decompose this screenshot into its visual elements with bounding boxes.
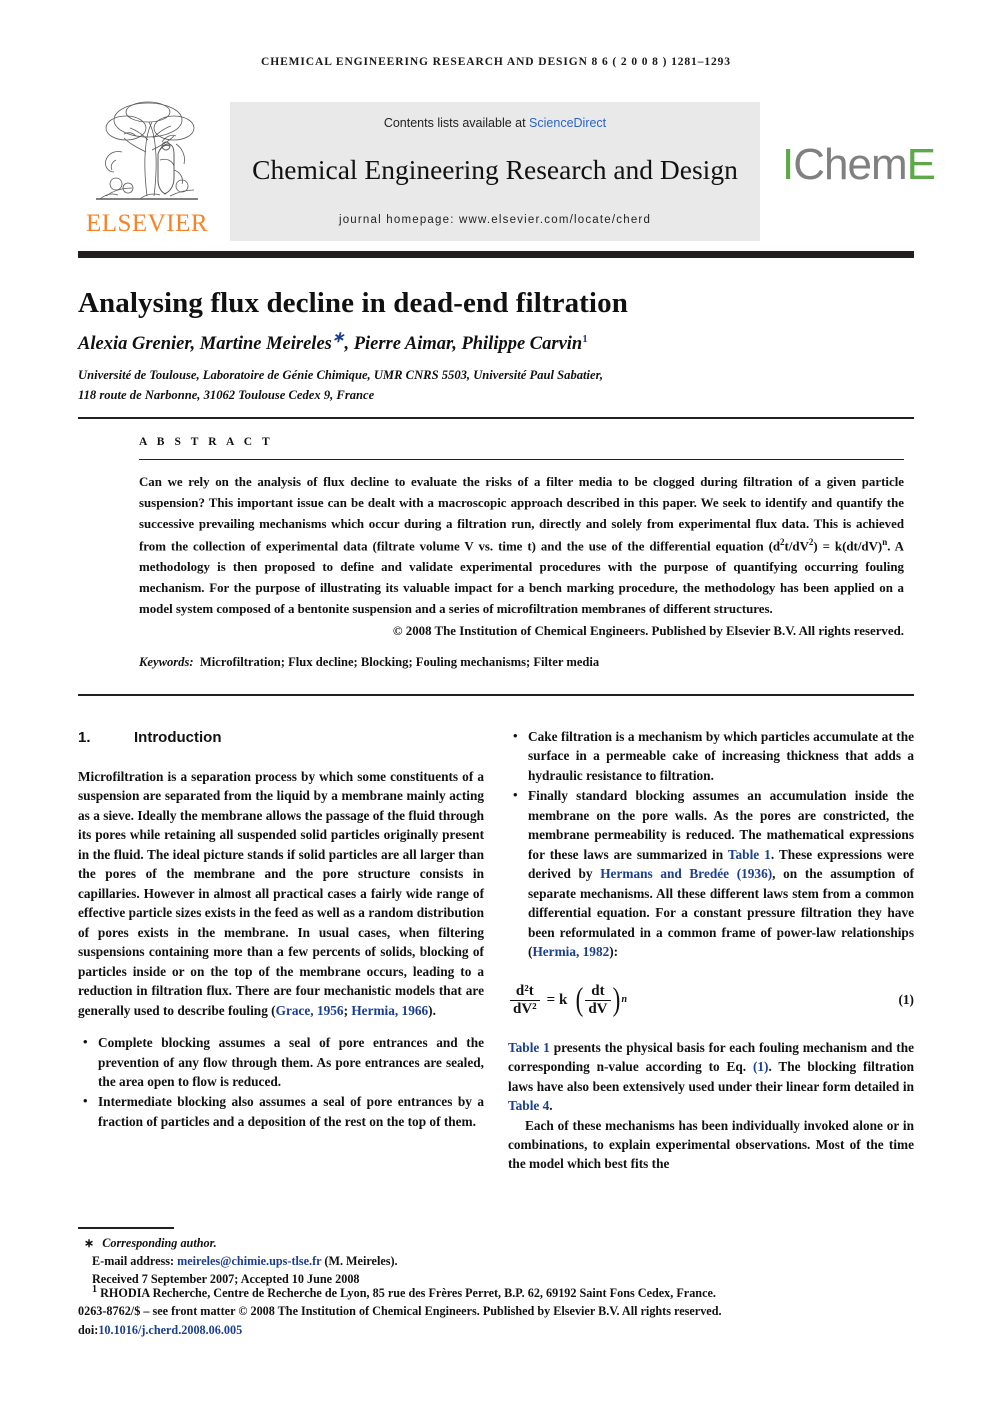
equation-1-row: d²t dV² = k ( dt dV ) n (1) bbox=[508, 978, 914, 1024]
section-title: Introduction bbox=[134, 729, 222, 746]
icheme-logo-e: E bbox=[906, 140, 936, 189]
contents-line: Contents lists available at ScienceDirec… bbox=[230, 116, 760, 130]
citation-table-4[interactable]: Table 4 bbox=[508, 1098, 549, 1113]
section-heading-introduction: 1. Introduction bbox=[78, 727, 484, 749]
abstract-copyright: © 2008 The Institution of Chemical Engin… bbox=[392, 623, 904, 638]
equation-paren-open: ( bbox=[575, 982, 584, 1019]
icheme-logo-i: I bbox=[782, 140, 794, 189]
journal-homepage[interactable]: journal homepage: www.elsevier.com/locat… bbox=[230, 214, 760, 226]
equation-number: (1) bbox=[898, 991, 914, 1007]
abstract-bottom-rule bbox=[78, 694, 914, 696]
equation-rhs-numerator: dt bbox=[591, 983, 605, 1000]
running-head: CHEMICAL ENGINEERING RESEARCH AND DESIGN… bbox=[261, 56, 731, 68]
citation-table-1b[interactable]: Table 1 bbox=[508, 1040, 550, 1055]
contents-prefix: Contents lists available at bbox=[383, 116, 530, 130]
bullet-complete-blocking: Complete blocking assumes a seal of pore… bbox=[98, 1035, 484, 1089]
footnotes: ∗ Corresponding author. E-mail address: m… bbox=[78, 1234, 518, 1288]
journal-banner: Contents lists available at ScienceDirec… bbox=[230, 102, 760, 241]
keywords-label: Keywords: bbox=[139, 654, 194, 669]
email-suffix: (M. Meireles). bbox=[321, 1254, 398, 1269]
equation-operator: = k bbox=[546, 991, 568, 1008]
icheme-logo: IChemE bbox=[782, 138, 936, 192]
abstract-label: A B S T R A C T bbox=[139, 436, 274, 448]
affiliation-line-1: Université de Toulouse, Laboratoire de G… bbox=[78, 368, 604, 382]
paragraph-intro-end: ). bbox=[428, 1002, 436, 1018]
equation-lhs-denominator: dV² bbox=[510, 1000, 540, 1017]
body-column-right: Cake filtration is a mechanism by which … bbox=[508, 726, 914, 1174]
abstract-top-rule bbox=[78, 417, 914, 419]
email-label: E-mail address: bbox=[92, 1254, 178, 1269]
list-item: Finally standard blocking assumes an acc… bbox=[508, 785, 914, 961]
footnote-1-text: RHODIA Recherche, Centre de Recherche de… bbox=[100, 1286, 716, 1301]
masthead-divider bbox=[78, 251, 914, 258]
mechanism-list-left: Complete blocking assumes a seal of pore… bbox=[78, 1032, 484, 1131]
abstract-text: Can we rely on the analysis of flux decl… bbox=[139, 472, 904, 620]
abstract-text-part-2: t/dV bbox=[784, 539, 809, 554]
citation-eq-1[interactable]: (1) bbox=[753, 1059, 769, 1074]
paragraph-mechanisms: Each of these mechanisms has been indivi… bbox=[508, 1117, 914, 1172]
list-item: Cake filtration is a mechanism by which … bbox=[508, 726, 914, 785]
author-list: Alexia Grenier, Martine Meireles∗, Pierr… bbox=[78, 328, 914, 355]
equation-lhs-numerator: d²t bbox=[515, 983, 534, 1000]
bullet-intermediate-blocking: Intermediate blocking also assumes a sea… bbox=[98, 1094, 484, 1129]
paragraph-table1-c: . bbox=[549, 1098, 553, 1114]
journal-masthead: ELSEVIER Contents lists available at Sci… bbox=[78, 98, 936, 246]
journal-title: Chemical Engineering Research and Design bbox=[252, 154, 738, 185]
elsevier-logo: ELSEVIER bbox=[78, 98, 216, 246]
footnote-affiliation-1: 1 RHODIA Recherche, Centre de Recherche … bbox=[78, 1282, 914, 1302]
keywords-value: Microfiltration; Flux decline; Blocking;… bbox=[199, 654, 600, 669]
equation-rhs-fraction: dt dV bbox=[585, 983, 611, 1017]
sciencedirect-link[interactable]: ScienceDirect bbox=[529, 116, 606, 130]
citation-grace-1956[interactable]: Grace, 1956 bbox=[276, 1003, 344, 1018]
paragraph-intro: Microfiltration is a separation process … bbox=[78, 767, 484, 1020]
abstract-inner-rule bbox=[139, 459, 904, 461]
bullet-cake-filtration: Cake filtration is a mechanism by which … bbox=[528, 729, 914, 783]
paragraph-intro-text: Microfiltration is a separation process … bbox=[78, 768, 484, 1018]
issn-copyright-line: 0263-8762/$ – see front matter © 2008 Th… bbox=[78, 1304, 722, 1319]
author-names-rest: , Pierre Aimar, Philippe Carvin bbox=[344, 334, 583, 355]
paragraph-table1: Table 1 presents the physical basis for … bbox=[508, 1038, 914, 1116]
abstract-text-part-3: ) = k(dt/dV) bbox=[813, 539, 883, 554]
equation-rhs-denominator: dV bbox=[585, 1000, 611, 1017]
citation-hermans-bredee-1936[interactable]: Hermans and Bredée (1936) bbox=[600, 866, 772, 881]
equation-paren-close: ) bbox=[612, 982, 620, 1019]
corresponding-author-marker: ∗ bbox=[331, 330, 345, 346]
mechanism-list-right: Cake filtration is a mechanism by which … bbox=[508, 726, 914, 962]
email-link[interactable]: meireles@chimie.ups-tlse.fr bbox=[177, 1254, 321, 1268]
elsevier-tree-icon bbox=[86, 100, 208, 208]
footer-wide: 1 RHODIA Recherche, Centre de Recherche … bbox=[78, 1282, 914, 1339]
footnote-1-marker: 1 bbox=[92, 1284, 98, 1295]
author-footnote-marker: 1 bbox=[582, 333, 588, 345]
equation-lhs-fraction: d²t dV² bbox=[510, 984, 540, 1017]
icheme-logo-chem: Chem bbox=[793, 140, 907, 189]
equation-exponent: n bbox=[621, 994, 628, 1006]
page-title: Analysing flux decline in dead-end filtr… bbox=[78, 287, 628, 320]
corresponding-footnote-label: Corresponding author. bbox=[102, 1236, 217, 1250]
doi-line: doi:10.1016/j.cherd.2008.06.005 bbox=[78, 1321, 914, 1339]
citation-hermia-1966[interactable]: Hermia, 1966 bbox=[351, 1003, 428, 1018]
equation-1: d²t dV² = k ( dt dV ) n bbox=[510, 978, 627, 1024]
doi-link[interactable]: 10.1016/j.cherd.2008.06.005 bbox=[98, 1323, 242, 1337]
affiliation-line-2: 118 route de Narbonne, 31062 Toulouse Ce… bbox=[78, 387, 375, 402]
corresponding-footnote-marker: ∗ bbox=[84, 1236, 95, 1250]
footnote-email: E-mail address: meireles@chimie.ups-tlse… bbox=[78, 1252, 518, 1270]
doi-label: doi: bbox=[78, 1322, 99, 1337]
list-item: Complete blocking assumes a seal of pore… bbox=[78, 1032, 484, 1091]
citation-table-1[interactable]: Table 1 bbox=[728, 847, 771, 862]
list-item: Intermediate blocking also assumes a sea… bbox=[78, 1091, 484, 1131]
section-number: 1. bbox=[78, 729, 91, 746]
footnote-corresponding: ∗ Corresponding author. bbox=[78, 1234, 518, 1252]
bullet-standard-blocking-d: ): bbox=[609, 944, 619, 960]
journal-article-page: CHEMICAL ENGINEERING RESEARCH AND DESIGN… bbox=[0, 0, 992, 1403]
abstract-section: A B S T R A C T Can we rely on the analy… bbox=[139, 436, 914, 670]
elsevier-wordmark: ELSEVIER bbox=[85, 210, 209, 237]
body-column-left: 1. Introduction Microfiltration is a sepa… bbox=[78, 727, 484, 1132]
citation-hermia-1982[interactable]: Hermia, 1982 bbox=[532, 944, 609, 959]
footnote-rule bbox=[78, 1227, 174, 1229]
keywords: Keywords: Microfiltration; Flux decline;… bbox=[139, 655, 904, 670]
author-names-first: Alexia Grenier, Martine Meireles bbox=[78, 334, 332, 355]
affiliation: Université de Toulouse, Laboratoire de G… bbox=[78, 366, 914, 405]
